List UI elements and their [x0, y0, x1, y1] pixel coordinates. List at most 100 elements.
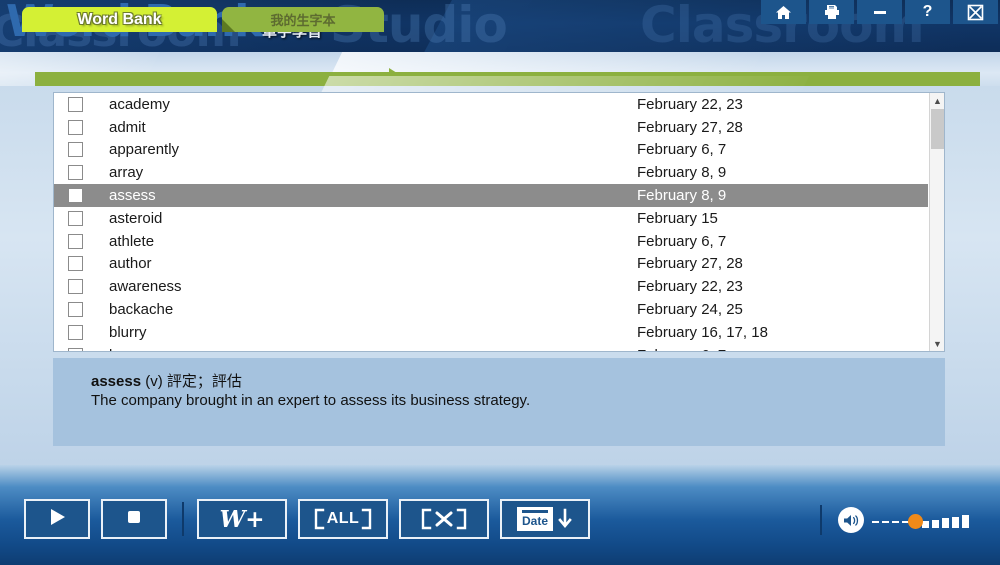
play-button[interactable] — [24, 499, 90, 539]
all-brackets-icon: ALL — [313, 508, 374, 530]
tab-my-wordbook-label: 我的生字本 — [270, 13, 336, 28]
date-label: February 22, 23 — [637, 95, 743, 113]
tab-word-bank-label: Word Bank — [77, 10, 162, 28]
word-label: awareness — [109, 278, 182, 296]
word-label: author — [109, 255, 152, 273]
word-label: academy — [109, 95, 170, 113]
table-row[interactable]: admit February 27, 28 — [54, 116, 928, 139]
shuffle-button[interactable] — [399, 499, 489, 539]
scroll-up-arrow-icon[interactable]: ▲ — [930, 93, 944, 108]
date-sort-down-icon: Date — [516, 507, 573, 531]
date-label: February 6, 7 — [637, 141, 727, 159]
word-list-scrollbar[interactable]: ▲ ▼ — [929, 93, 944, 351]
add-word-button[interactable]: W+ — [197, 499, 287, 539]
stop-icon — [125, 508, 143, 531]
table-row[interactable]: b February 6, 7 — [54, 344, 928, 351]
playback-toolbar: W+ ALL Date — [24, 499, 601, 539]
word-label: athlete — [109, 232, 155, 250]
tab-notch-icon — [222, 19, 235, 32]
table-row[interactable]: blurry February 16, 17, 18 — [54, 321, 928, 344]
table-row[interactable]: apparently February 6, 7 — [54, 139, 928, 162]
date-label: February 8, 9 — [637, 187, 727, 205]
definition-headword-line: assess (v) 評定；評估 — [91, 370, 242, 391]
volume-slider[interactable] — [872, 512, 972, 529]
volume-tick — [882, 521, 889, 523]
definition-word: assess — [91, 373, 142, 390]
close-button[interactable] — [953, 0, 998, 24]
content-panel: academy February 22, 23 admit February 27, … — [0, 76, 1000, 465]
w-plus-icon: W+ — [219, 505, 265, 533]
volume-level-bar — [952, 517, 959, 528]
date-label: February 8, 9 — [637, 164, 727, 182]
row-checkbox[interactable] — [68, 210, 83, 226]
date-label: February 15 — [637, 209, 718, 227]
printer-icon — [823, 4, 841, 20]
row-checkbox[interactable] — [68, 324, 83, 340]
word-bank-application: Classroom Studio Classroom Word Bank 單字學… — [0, 0, 1000, 565]
row-checkbox[interactable] — [68, 142, 83, 158]
print-button[interactable] — [809, 0, 854, 24]
table-row[interactable]: awareness February 22, 23 — [54, 275, 928, 298]
select-all-label: ALL — [326, 510, 360, 527]
select-all-button[interactable]: ALL — [298, 499, 388, 539]
shuffle-x-icon — [420, 508, 468, 530]
sort-date-label: Date — [521, 514, 548, 528]
table-row[interactable]: academy February 22, 23 — [54, 93, 928, 116]
speaker-icon[interactable] — [838, 507, 864, 533]
definition-pos: (v) — [145, 373, 163, 390]
volume-tick — [872, 521, 879, 523]
scrollbar-thumb[interactable] — [931, 109, 944, 149]
question-mark-icon: ? — [922, 3, 933, 20]
volume-level-bar — [942, 518, 949, 528]
row-checkbox[interactable] — [68, 302, 83, 318]
definition-translation: 評定；評估 — [166, 373, 242, 390]
volume-knob[interactable] — [908, 514, 923, 529]
row-checkbox[interactable] — [68, 347, 83, 351]
word-list[interactable]: academy February 22, 23 admit February 27, … — [53, 92, 945, 352]
word-label: admit — [109, 118, 146, 136]
row-checkbox[interactable] — [68, 165, 83, 181]
row-checkbox[interactable] — [68, 119, 83, 135]
date-label: February 6, 7 — [637, 232, 727, 250]
home-button[interactable] — [761, 0, 806, 24]
table-row[interactable]: author February 27, 28 — [54, 253, 928, 276]
home-icon — [775, 5, 792, 20]
date-label: February 22, 23 — [637, 278, 743, 296]
tab-word-bank[interactable]: Word Bank — [22, 7, 217, 32]
volume-control[interactable] — [820, 505, 972, 535]
stop-button[interactable] — [101, 499, 167, 539]
help-button[interactable]: ? — [905, 0, 950, 24]
word-label: b — [109, 347, 117, 351]
word-label: apparently — [109, 141, 180, 159]
word-label: backache — [109, 301, 174, 319]
table-row[interactable]: array February 8, 9 — [54, 161, 928, 184]
date-label: February 6, 7 — [637, 347, 726, 351]
date-label: February 27, 28 — [637, 118, 743, 136]
volume-level-bar — [962, 515, 969, 528]
sort-date-button[interactable]: Date — [500, 499, 590, 539]
row-checkbox[interactable] — [68, 96, 83, 112]
volume-tick — [892, 521, 899, 523]
footer-toolbar: W+ ALL Date — [0, 465, 1000, 565]
volume-level-bar — [922, 521, 929, 528]
date-label: February 16, 17, 18 — [637, 323, 768, 341]
toolbar-divider — [182, 502, 184, 536]
tab-my-wordbook[interactable]: 我的生字本 — [222, 7, 384, 32]
row-checkbox[interactable] — [68, 256, 83, 272]
window-controls: ? — [761, 0, 998, 24]
scroll-down-arrow-icon[interactable]: ▼ — [930, 336, 944, 351]
table-row[interactable]: asteroid February 15 — [54, 207, 928, 230]
row-checkbox[interactable] — [68, 279, 83, 295]
table-row[interactable]: backache February 24, 25 — [54, 298, 928, 321]
word-label: blurry — [109, 323, 147, 341]
table-row[interactable]: athlete February 6, 7 — [54, 230, 928, 253]
row-checkbox[interactable] — [68, 188, 83, 204]
minimize-button[interactable] — [857, 0, 902, 24]
minimize-icon — [872, 7, 888, 17]
table-row[interactable]: assess February 8, 9 — [54, 184, 928, 207]
definition-panel: assess (v) 評定；評估 The company brought in … — [53, 358, 945, 446]
word-label: array — [109, 164, 144, 182]
row-checkbox[interactable] — [68, 233, 83, 249]
word-label: asteroid — [109, 209, 163, 227]
date-label: February 24, 25 — [637, 301, 743, 319]
